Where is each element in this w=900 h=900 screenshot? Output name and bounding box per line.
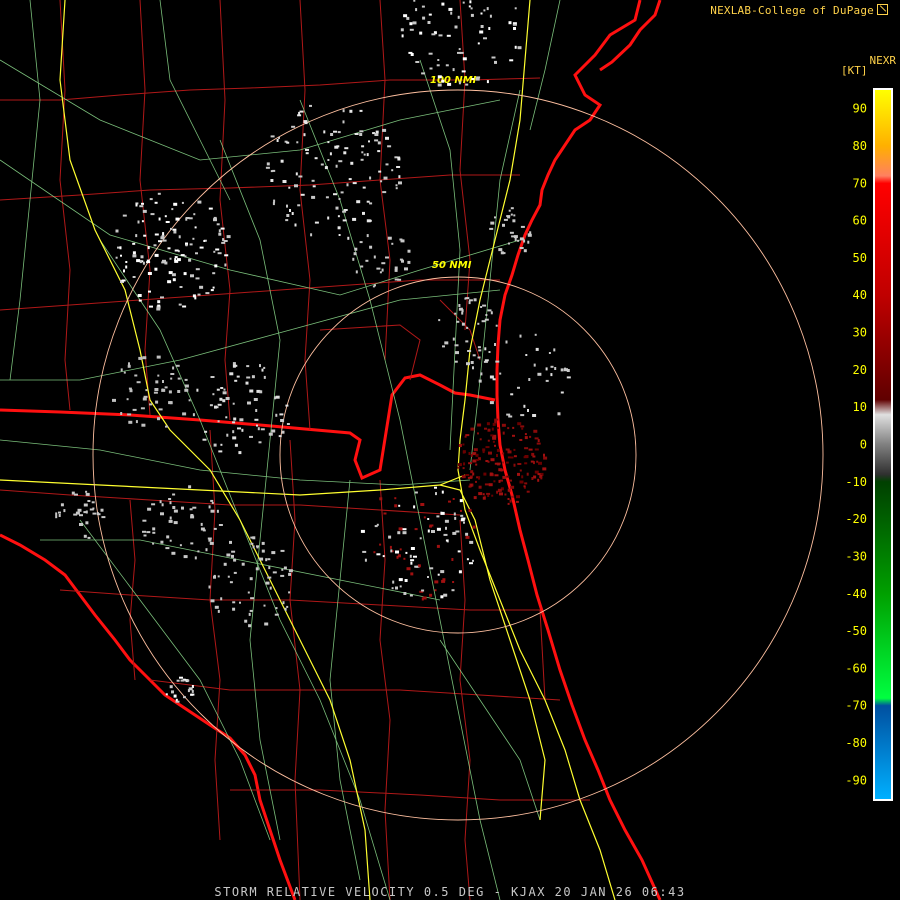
colorbar-tick-label: -30 [845, 549, 867, 563]
colorbar-fill [875, 90, 891, 799]
colorbar-tick-label: 0 [860, 438, 867, 452]
colorbar-tick-label: 60 [853, 214, 867, 228]
radar-map: 50 NMI 100 NMI 90 80 70 60 50 40 30 20 10 0 -10 -20… [0, 0, 893, 900]
range-ring-label-50: 50 NMI [432, 260, 472, 271]
colorbar-tick-label: 90 [853, 102, 867, 116]
colorbar-tick-label: -50 [845, 624, 867, 638]
colorbar-tick-label: 10 [853, 400, 867, 414]
colorbar-tick-label: 40 [853, 288, 867, 302]
credit-label: NEXLAB-College of DuPage [710, 4, 874, 17]
colorbar: 90 80 70 60 50 40 30 20 10 0 -10 -20 -30 -40 -50 -60 -70… [845, 88, 893, 801]
state-border [0, 373, 496, 481]
credit-text: NEXLAB-College of DuPage [710, 4, 888, 17]
colorbar-tick-label: -40 [845, 587, 867, 601]
colorbar-tick-label: 30 [853, 326, 867, 340]
product-label: NEXR [869, 54, 897, 67]
colorbar-tick-label: -10 [845, 475, 867, 489]
colorbar-tick-label: 20 [853, 363, 867, 377]
colorbar-units: [KT] [841, 64, 868, 77]
colorbar-tick-label: 70 [853, 176, 867, 190]
colorbar-tick-label: 50 [853, 251, 867, 265]
range-ring-50 [279, 276, 637, 634]
gulf-coastline [0, 533, 297, 900]
colorbar-tick-label: -70 [845, 699, 867, 713]
colorbar-tick-label: -20 [845, 512, 867, 526]
colorbar-tick-label: 80 [853, 139, 867, 153]
external-link-icon[interactable] [877, 4, 888, 15]
bottom-caption: STORM RELATIVE VELOCITY 0.5 DEG - KJAX 2… [214, 885, 686, 899]
colorbar-ticks: 90 80 70 60 50 40 30 20 10 0 -10 -20 -30 -40 -50 -60 -70… [845, 102, 867, 788]
colorbar-tick-label: -80 [845, 736, 867, 750]
colorbar-tick-label: -60 [845, 661, 867, 675]
interstates [0, 0, 616, 900]
colorbar-tick-label: -90 [845, 773, 867, 787]
range-ring-label-100: 100 NMI [430, 75, 477, 86]
